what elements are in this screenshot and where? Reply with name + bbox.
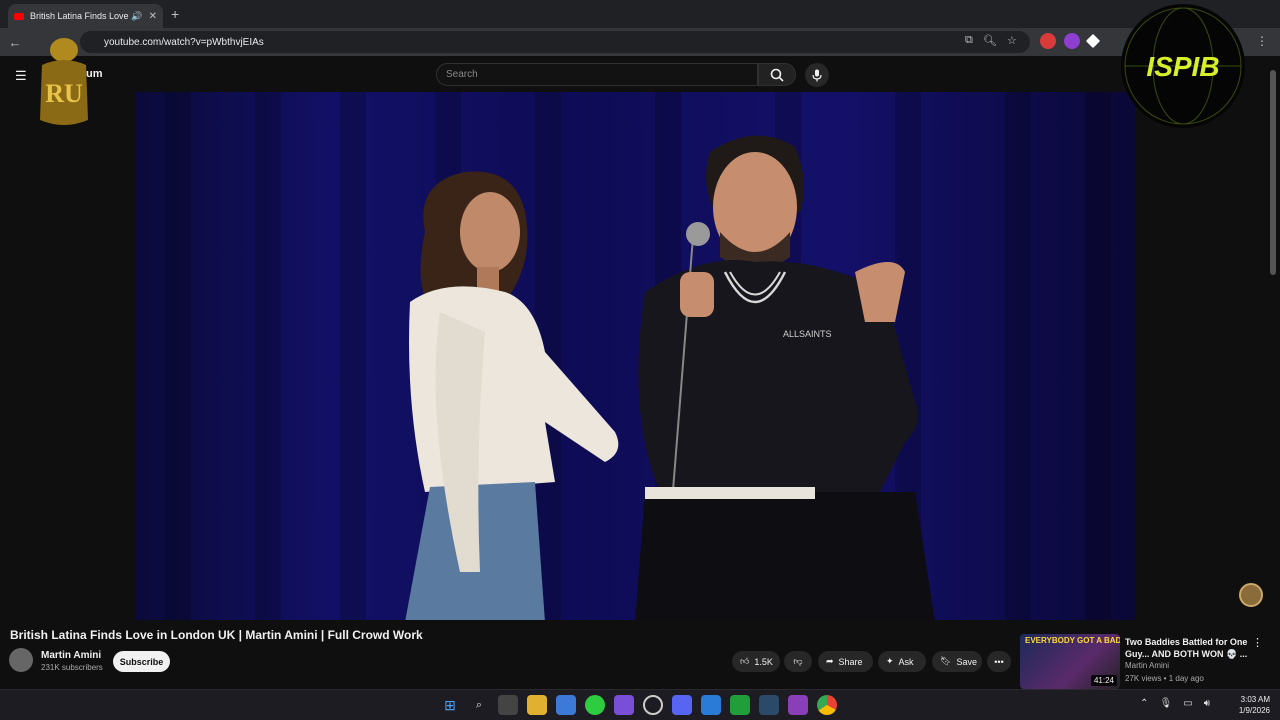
related-menu-icon[interactable]: ⋮ xyxy=(1252,636,1263,649)
thumbnail-text: EVERYBODY GOT A BADDIE xyxy=(1025,636,1120,645)
thumbs-down-icon: 👎︎ xyxy=(793,656,803,666)
save-label: Save xyxy=(956,656,977,667)
curtain-fold xyxy=(165,92,191,620)
search-button[interactable] xyxy=(758,63,796,86)
right-watermark-globe: ISPIB xyxy=(1121,4,1245,128)
comedian-figure: ALLSAINTS xyxy=(635,135,935,620)
url-text: youtube.com/watch?v=pWbthvjEIAs xyxy=(104,36,264,48)
app-icon[interactable] xyxy=(585,695,605,715)
sparkle-icon: ✦ xyxy=(886,656,894,666)
windows-start-icon[interactable]: ⊞ xyxy=(440,695,460,715)
ask-label: Ask xyxy=(898,656,914,667)
hamburger-menu-icon[interactable]: ☰ xyxy=(15,68,27,84)
curtain-fold xyxy=(1085,92,1111,620)
curtain-fold xyxy=(1005,92,1031,620)
task-view-icon[interactable] xyxy=(498,695,518,715)
video-player[interactable]: ALLSAINTS xyxy=(135,92,1136,620)
related-meta: 27K views • 1 day ago xyxy=(1125,674,1204,683)
like-button[interactable]: 👍︎ 1.5K xyxy=(732,651,780,672)
svg-text:ISPIB: ISPIB xyxy=(1146,51,1219,82)
browser-toolbar: ← youtube.com/watch?v=pWbthvjEIAs ⧉ 🔍︎ ☆… xyxy=(0,28,1280,56)
ask-button[interactable]: ✦ Ask xyxy=(878,651,926,672)
xbox-icon[interactable] xyxy=(730,695,750,715)
channel-name[interactable]: Martin Amini xyxy=(41,650,101,661)
speaker-icon[interactable]: 🔊 xyxy=(131,11,142,22)
app-icon[interactable] xyxy=(788,695,808,715)
system-tray: ⌃ 🎙︎ ▭ 🔊︎ xyxy=(1140,698,1210,709)
page-scrollbar[interactable] xyxy=(1270,70,1276,275)
browser-menu-icon[interactable]: ⋮ xyxy=(1256,34,1268,48)
windows-taskbar: ⊞ ⌕ ⌃ 🎙︎ ▭ 🔊︎ 3:03 AM 1/9/2026 xyxy=(0,689,1280,720)
store-icon[interactable] xyxy=(556,695,576,715)
new-tab-button[interactable]: + xyxy=(171,6,179,22)
bookmark-icon: 🔖︎ xyxy=(940,656,952,666)
related-channel[interactable]: Martin Amini xyxy=(1125,661,1169,670)
address-bar[interactable]: youtube.com/watch?v=pWbthvjEIAs xyxy=(80,31,1030,53)
save-button[interactable]: 🔖︎ Save xyxy=(932,651,982,672)
floating-avatar[interactable] xyxy=(1239,583,1263,607)
search-icon xyxy=(770,68,784,82)
mail-icon[interactable] xyxy=(701,695,721,715)
curtain-fold xyxy=(340,92,366,620)
thumbs-up-icon: 👍︎ xyxy=(740,656,750,666)
extension-icon[interactable] xyxy=(1064,33,1080,49)
discord-icon[interactable] xyxy=(672,695,692,715)
svg-text:RU: RU xyxy=(45,79,83,108)
more-dots-icon: ••• xyxy=(994,656,1004,667)
more-actions-button[interactable]: ••• xyxy=(987,651,1011,672)
app-icon[interactable] xyxy=(643,695,663,715)
video-duration: 41:24 xyxy=(1090,675,1117,686)
video-title: British Latina Finds Love in London UK |… xyxy=(10,628,423,642)
browser-tab-strip: British Latina Finds Love in 🔊 ✕ + xyxy=(0,0,1280,28)
share-label: Share xyxy=(838,656,863,667)
youtube-favicon-icon xyxy=(14,12,24,20)
extension-icon[interactable] xyxy=(1085,33,1101,49)
file-explorer-icon[interactable] xyxy=(527,695,547,715)
extension-icon[interactable] xyxy=(1040,33,1056,49)
subscriber-count: 231K subscribers xyxy=(41,663,103,672)
related-video-item[interactable]: EVERYBODY GOT A BADDIE 41:24 Two Baddies… xyxy=(1020,634,1270,689)
shirt-logo-text: ALLSAINTS xyxy=(783,329,832,339)
clock-date: 1/9/2026 xyxy=(1238,706,1270,715)
bookmark-star-icon[interactable]: ☆ xyxy=(1007,34,1017,47)
share-arrow-icon: ➦ xyxy=(826,656,834,666)
subscribe-button[interactable]: Subscribe xyxy=(113,651,170,672)
channel-avatar[interactable] xyxy=(9,648,33,672)
like-count: 1.5K xyxy=(754,656,773,667)
left-watermark-logo: RU xyxy=(40,38,88,125)
clock-time: 3:03 AM xyxy=(1240,695,1270,704)
chevron-up-icon[interactable]: ⌃ xyxy=(1140,698,1148,709)
extensions-bar xyxy=(1040,33,1101,49)
search-placeholder: Search xyxy=(446,69,478,80)
microphone-icon xyxy=(812,69,822,81)
omnibox-actions: ⧉ 🔍︎ ☆ xyxy=(965,34,1017,47)
microphone-icon[interactable]: 🎙︎ xyxy=(1160,698,1173,709)
share-button[interactable]: ➦ Share xyxy=(818,651,873,672)
search-icon[interactable]: ⌕ xyxy=(469,695,489,715)
chrome-icon[interactable] xyxy=(817,695,837,715)
search-input[interactable]: Search xyxy=(436,63,758,86)
install-app-icon[interactable]: ⧉ xyxy=(965,34,973,47)
volume-icon[interactable]: 🔊︎ xyxy=(1204,698,1210,709)
back-arrow-icon[interactable]: ← xyxy=(0,35,30,50)
taskbar-clock[interactable]: 3:03 AM 1/9/2026 xyxy=(1239,694,1270,716)
curtain-fold xyxy=(255,92,281,620)
related-title[interactable]: Two Baddies Battled for One Guy... AND B… xyxy=(1125,636,1250,660)
network-icon[interactable]: ▭ xyxy=(1183,698,1192,709)
taskbar-apps: ⊞ ⌕ xyxy=(440,695,837,715)
zoom-icon[interactable]: 🔍︎ xyxy=(983,34,997,47)
related-thumbnail[interactable]: EVERYBODY GOT A BADDIE 41:24 xyxy=(1020,634,1120,689)
close-tab-icon[interactable]: ✕ xyxy=(149,11,157,22)
voice-search-button[interactable] xyxy=(805,63,829,87)
app-grid-icon[interactable] xyxy=(614,695,634,715)
dislike-button[interactable]: 👎︎ xyxy=(784,651,812,672)
steam-icon[interactable] xyxy=(759,695,779,715)
youtube-header: ☰ um Search xyxy=(0,56,1280,92)
